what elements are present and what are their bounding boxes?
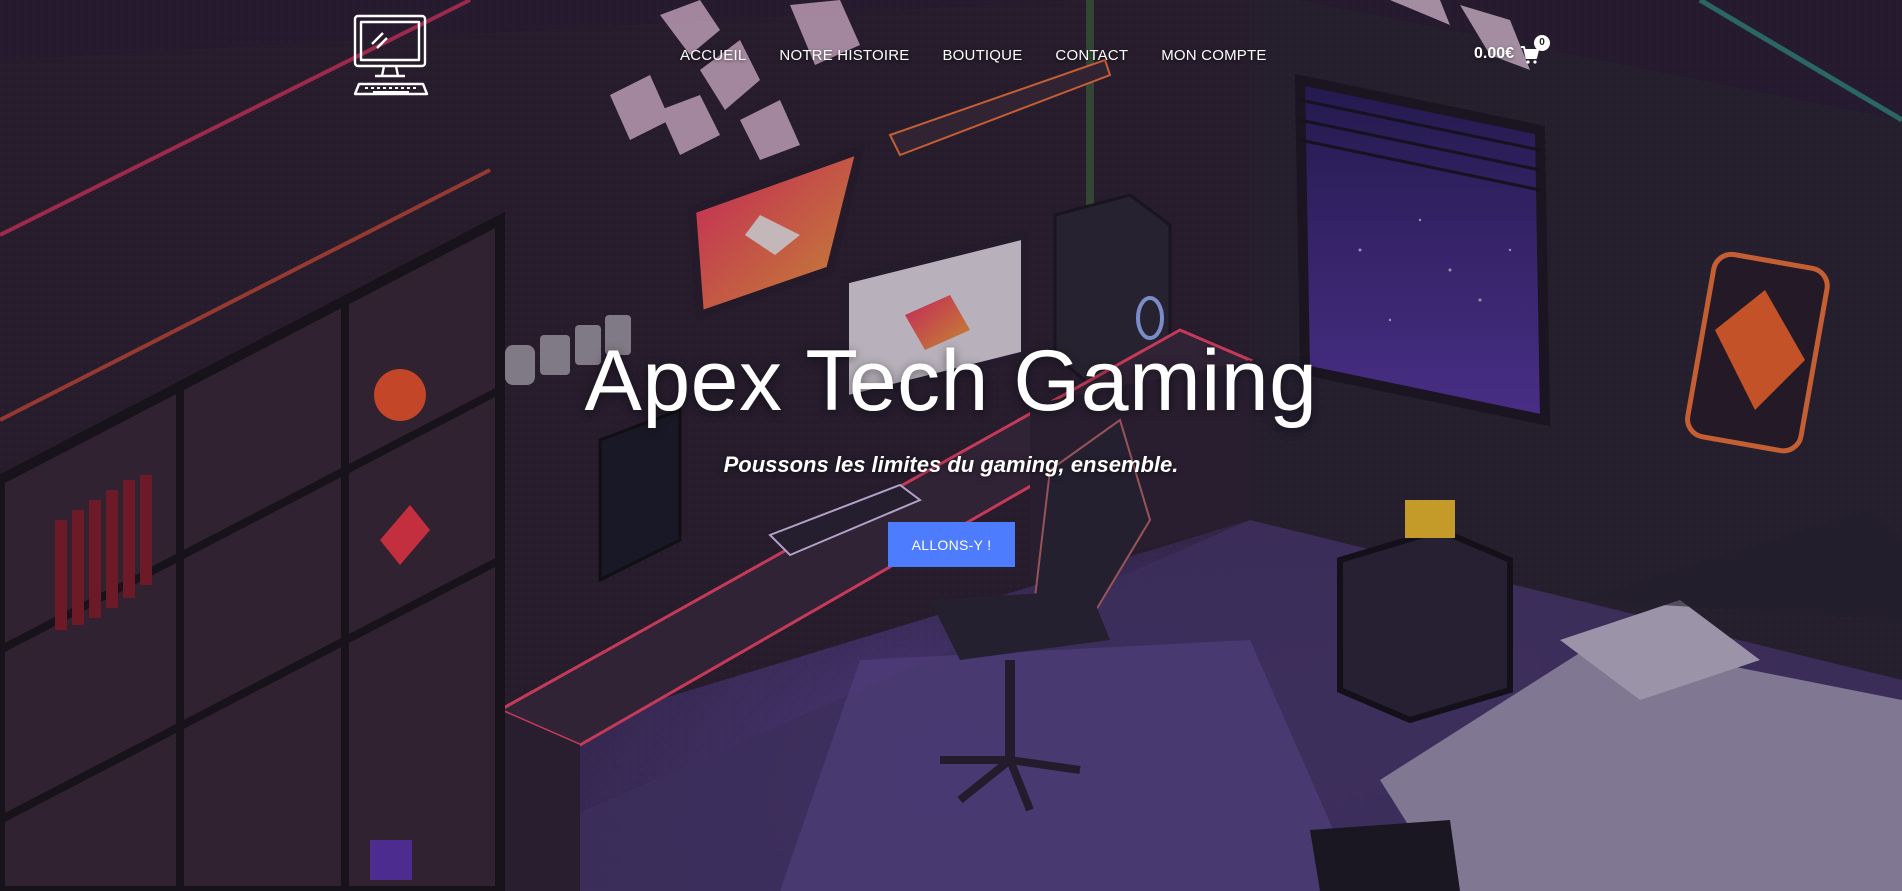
computer-monitor-keyboard-icon <box>353 14 429 96</box>
nav-item-mon-compte[interactable]: MON COMPTE <box>1161 47 1266 64</box>
hero-subtitle: Poussons les limites du gaming, ensemble… <box>723 452 1179 477</box>
main-navigation: ACCUEIL NOTRE HISTOIRE BOUTIQUE CONTACT … <box>680 44 1267 66</box>
nav-item-accueil[interactable]: ACCUEIL <box>680 47 746 64</box>
hero-title: Apex Tech Gaming <box>584 333 1318 429</box>
cart-total: 0.00€ <box>1474 45 1515 62</box>
cart-icon-wrapper: 0 <box>1520 35 1551 65</box>
hero-section <box>0 0 1902 891</box>
nav-item-boutique[interactable]: BOUTIQUE <box>942 47 1022 64</box>
nav-item-contact[interactable]: CONTACT <box>1055 47 1128 64</box>
nav-item-notre-histoire[interactable]: NOTRE HISTOIRE <box>779 47 909 64</box>
site-logo[interactable] <box>353 14 429 96</box>
hero-overlay <box>0 0 1902 891</box>
cart-count-badge: 0 <box>1534 35 1551 51</box>
cart-link[interactable]: 0.00€ 0 <box>1474 35 1551 68</box>
allons-y-button[interactable]: ALLONS-Y ! <box>888 522 1015 567</box>
